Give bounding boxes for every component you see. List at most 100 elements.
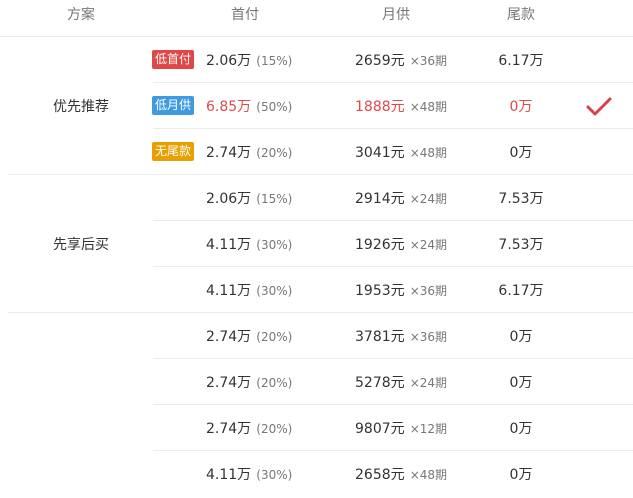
header-plan: 方案 bbox=[67, 7, 95, 23]
plan-row[interactable]: 2.74万 (20%) 3781元 ×36期 0万 bbox=[0, 313, 633, 359]
down-payment-percent: (20%) bbox=[256, 330, 293, 344]
balloon-payment-cell: 0万 bbox=[510, 405, 533, 451]
header-balloon-payment: 尾款 bbox=[507, 7, 535, 23]
loan-term: ×36期 bbox=[409, 54, 448, 68]
plan-badge: 低月供 bbox=[152, 96, 195, 115]
loan-term: ×36期 bbox=[409, 330, 448, 344]
monthly-payment-amount: 1926元 bbox=[355, 237, 405, 253]
balloon-payment-amount: 0万 bbox=[509, 467, 533, 483]
monthly-payment-cell: 2659元 ×36期 bbox=[355, 37, 447, 83]
loan-term: ×24期 bbox=[409, 192, 448, 206]
header-down-payment: 首付 bbox=[231, 7, 259, 23]
down-payment-percent: (30%) bbox=[256, 468, 293, 482]
plan-badge: 无尾款 bbox=[152, 142, 195, 161]
down-payment-amount: 2.74万 bbox=[206, 375, 252, 391]
balloon-payment-amount: 6.17万 bbox=[498, 53, 544, 69]
down-payment-percent: (20%) bbox=[256, 146, 293, 160]
plan-row[interactable]: 低月供 6.85万 (50%) 1888元 ×48期 0万 bbox=[0, 83, 633, 129]
down-payment-cell: 6.85万 (50%) bbox=[206, 83, 292, 129]
monthly-payment-amount: 2658元 bbox=[355, 467, 405, 483]
loan-term: ×48期 bbox=[409, 146, 448, 160]
plan-group: 先享后买 2.06万 (15%) 2914元 ×24期 7.53万 4.11万 (30%… bbox=[0, 175, 633, 313]
plan-row[interactable]: 2.74万 (20%) 5278元 ×24期 0万 bbox=[0, 359, 633, 405]
balloon-payment-amount: 0万 bbox=[509, 145, 533, 161]
loan-term: ×12期 bbox=[409, 422, 448, 436]
loan-term: ×24期 bbox=[409, 238, 448, 252]
balloon-payment-cell: 7.53万 bbox=[498, 221, 543, 267]
header-monthly-payment: 月供 bbox=[382, 7, 410, 23]
monthly-payment-amount: 3041元 bbox=[355, 145, 405, 161]
down-payment-cell: 2.06万 (15%) bbox=[206, 175, 292, 221]
balloon-payment-cell: 6.17万 bbox=[498, 37, 543, 83]
plan-row[interactable]: 4.11万 (30%) 1953元 ×36期 6.17万 bbox=[0, 267, 633, 313]
plan-badge: 低首付 bbox=[152, 50, 195, 69]
balloon-payment-cell: 0万 bbox=[510, 129, 533, 175]
down-payment-cell: 4.11万 (30%) bbox=[206, 451, 292, 497]
plan-row[interactable]: 4.11万 (30%) 1926元 ×24期 7.53万 bbox=[0, 221, 633, 267]
balloon-payment-amount: 7.53万 bbox=[498, 237, 544, 253]
monthly-payment-amount: 2914元 bbox=[355, 191, 405, 207]
monthly-payment-cell: 3041元 ×48期 bbox=[355, 129, 447, 175]
loan-term: ×48期 bbox=[409, 100, 448, 114]
plan-row[interactable]: 4.11万 (30%) 2658元 ×48期 0万 bbox=[0, 451, 633, 497]
monthly-payment-cell: 2658元 ×48期 bbox=[355, 451, 447, 497]
monthly-payment-cell: 1888元 ×48期 bbox=[355, 83, 447, 129]
down-payment-percent: (30%) bbox=[256, 284, 293, 298]
monthly-payment-amount: 1888元 bbox=[355, 99, 405, 115]
down-payment-amount: 2.74万 bbox=[206, 145, 252, 161]
monthly-payment-cell: 1953元 ×36期 bbox=[355, 267, 447, 313]
table-header: 方案 首付 月供 尾款 bbox=[0, 0, 633, 37]
monthly-payment-cell: 3781元 ×36期 bbox=[355, 313, 447, 359]
down-payment-cell: 2.74万 (20%) bbox=[206, 405, 292, 451]
down-payment-amount: 2.74万 bbox=[206, 421, 252, 437]
balloon-payment-amount: 7.53万 bbox=[498, 191, 544, 207]
balloon-payment-amount: 0万 bbox=[509, 375, 533, 391]
balloon-payment-cell: 7.53万 bbox=[498, 175, 543, 221]
plan-row[interactable]: 低首付 2.06万 (15%) 2659元 ×36期 6.17万 bbox=[0, 37, 633, 83]
balloon-payment-cell: 0万 bbox=[510, 359, 533, 405]
monthly-payment-cell: 9807元 ×12期 bbox=[355, 405, 447, 451]
loan-term: ×48期 bbox=[409, 468, 448, 482]
checkmark-icon bbox=[586, 97, 612, 116]
balloon-payment-amount: 0万 bbox=[509, 329, 533, 345]
down-payment-amount: 2.06万 bbox=[206, 53, 252, 69]
plan-row[interactable]: 无尾款 2.74万 (20%) 3041元 ×48期 0万 bbox=[0, 129, 633, 175]
monthly-payment-cell: 1926元 ×24期 bbox=[355, 221, 447, 267]
down-payment-percent: (20%) bbox=[256, 376, 293, 390]
monthly-payment-cell: 2914元 ×24期 bbox=[355, 175, 447, 221]
loan-term: ×36期 bbox=[409, 284, 448, 298]
down-payment-amount: 6.85万 bbox=[206, 99, 252, 115]
down-payment-amount: 4.11万 bbox=[206, 467, 252, 483]
balloon-payment-amount: 0万 bbox=[509, 421, 533, 437]
monthly-payment-amount: 9807元 bbox=[355, 421, 405, 437]
plan-group: 优先推荐 低首付 2.06万 (15%) 2659元 ×36期 6.17万 低月供 6.85… bbox=[0, 37, 633, 175]
down-payment-amount: 4.11万 bbox=[206, 237, 252, 253]
plan-row[interactable]: 2.74万 (20%) 9807元 ×12期 0万 bbox=[0, 405, 633, 451]
balloon-payment-cell: 6.17万 bbox=[498, 267, 543, 313]
down-payment-amount: 2.06万 bbox=[206, 191, 252, 207]
balloon-payment-cell: 0万 bbox=[510, 451, 533, 497]
balloon-payment-cell: 0万 bbox=[510, 83, 533, 129]
down-payment-cell: 2.74万 (20%) bbox=[206, 359, 292, 405]
balloon-payment-amount: 6.17万 bbox=[498, 283, 544, 299]
down-payment-cell: 2.74万 (20%) bbox=[206, 313, 292, 359]
down-payment-percent: (15%) bbox=[256, 54, 293, 68]
plan-row[interactable]: 2.06万 (15%) 2914元 ×24期 7.53万 bbox=[0, 175, 633, 221]
monthly-payment-amount: 5278元 bbox=[355, 375, 405, 391]
down-payment-amount: 2.74万 bbox=[206, 329, 252, 345]
down-payment-cell: 2.74万 (20%) bbox=[206, 129, 292, 175]
balloon-payment-amount: 0万 bbox=[509, 99, 533, 115]
loan-term: ×24期 bbox=[409, 376, 448, 390]
down-payment-percent: (20%) bbox=[256, 422, 293, 436]
monthly-payment-amount: 2659元 bbox=[355, 53, 405, 69]
balloon-payment-cell: 0万 bbox=[510, 313, 533, 359]
monthly-payment-cell: 5278元 ×24期 bbox=[355, 359, 447, 405]
monthly-payment-amount: 3781元 bbox=[355, 329, 405, 345]
monthly-payment-amount: 1953元 bbox=[355, 283, 405, 299]
plan-group: 2.74万 (20%) 3781元 ×36期 0万 2.74万 (20%) 5278元 … bbox=[0, 313, 633, 497]
down-payment-cell: 4.11万 (30%) bbox=[206, 267, 292, 313]
down-payment-cell: 4.11万 (30%) bbox=[206, 221, 292, 267]
down-payment-amount: 4.11万 bbox=[206, 283, 252, 299]
down-payment-percent: (15%) bbox=[256, 192, 293, 206]
down-payment-percent: (50%) bbox=[256, 100, 293, 114]
